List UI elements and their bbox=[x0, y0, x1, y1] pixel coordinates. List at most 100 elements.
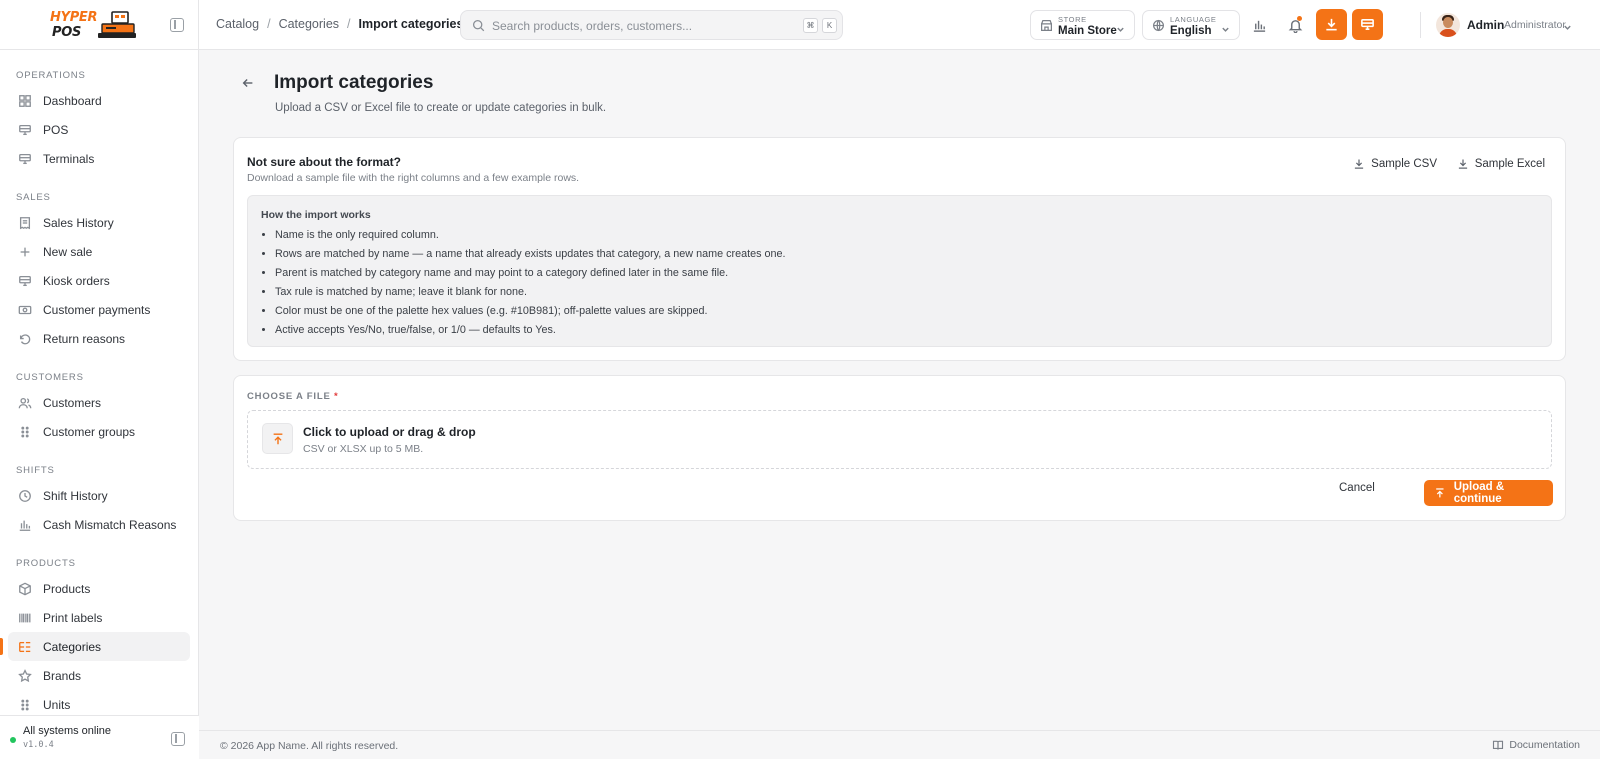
sidebar-item-label: Customers bbox=[43, 395, 102, 410]
box-icon bbox=[18, 582, 32, 596]
arrow-left-icon bbox=[242, 79, 253, 87]
required-mark: * bbox=[334, 391, 339, 402]
dropzone-title: Click to upload or drag & drop bbox=[303, 425, 476, 439]
logo-row: HYPER POS bbox=[0, 0, 198, 50]
avatar[interactable] bbox=[1436, 13, 1460, 37]
back-button[interactable] bbox=[241, 76, 257, 90]
sidebar-item-return-reasons[interactable]: Return reasons bbox=[8, 324, 190, 353]
banknote-icon bbox=[18, 303, 32, 317]
footer: © 2026 App Name. All rights reserved. Do… bbox=[199, 730, 1600, 759]
sidebar-item-label: Kiosk orders bbox=[43, 273, 110, 288]
sidebar-item-cash-mismatch-reasons[interactable]: Cash Mismatch Reasons bbox=[8, 510, 190, 539]
grid-icon bbox=[18, 94, 32, 108]
cancel-button[interactable]: Cancel bbox=[1339, 482, 1375, 494]
plus-icon bbox=[18, 245, 32, 259]
monitor-icon bbox=[18, 123, 32, 137]
sample-csv-link[interactable]: Sample CSV bbox=[1353, 158, 1437, 170]
import-instructions: How the import works Name is the only re… bbox=[247, 195, 1552, 347]
sidebar-item-customer-groups[interactable]: Customer groups bbox=[8, 417, 190, 446]
sample-excel-label: Sample Excel bbox=[1474, 158, 1545, 170]
instruction-item: Active accepts Yes/No, true/false, or 1/… bbox=[275, 321, 786, 340]
store-selector[interactable]: STORE Main Store bbox=[1030, 10, 1135, 40]
sidebar-item-products[interactable]: Products bbox=[8, 574, 190, 603]
upload-card: CHOOSE A FILE * Click to upload or drag … bbox=[233, 375, 1566, 521]
chevron-down-icon bbox=[1117, 27, 1124, 32]
format-help-card: Not sure about the format? Download a sa… bbox=[233, 137, 1566, 361]
language-selector[interactable]: LANGUAGE English bbox=[1142, 10, 1240, 40]
sidebar-item-label: Categories bbox=[43, 639, 102, 654]
receipt-icon bbox=[18, 216, 32, 230]
format-help-subtitle: Download a sample file with the right co… bbox=[247, 172, 580, 184]
upload-continue-button[interactable]: Upload & continue bbox=[1424, 480, 1553, 506]
sidebar-item-customer-payments[interactable]: Customer payments bbox=[8, 295, 190, 324]
breadcrumb-separator: / bbox=[347, 17, 351, 31]
top-header: Catalog / Categories / Import categories… bbox=[199, 0, 1600, 50]
shortcut-key-k: K bbox=[822, 18, 837, 33]
notifications-button[interactable] bbox=[1283, 13, 1307, 37]
app-logo[interactable]: HYPER POS bbox=[50, 9, 138, 41]
collapse-sidebar-icon[interactable] bbox=[170, 18, 184, 32]
user-name[interactable]: Admin bbox=[1467, 18, 1504, 32]
page-subtitle: Upload a CSV or Excel file to create or … bbox=[275, 102, 607, 114]
sidebar-item-pos[interactable]: POS bbox=[8, 115, 190, 144]
upload-icon-box bbox=[262, 423, 293, 454]
sidebar-item-customers[interactable]: Customers bbox=[8, 388, 190, 417]
sidebar-item-label: Shift History bbox=[43, 488, 108, 503]
globe-icon bbox=[1153, 19, 1164, 32]
instruction-item: Parent is matched by category name and m… bbox=[275, 264, 786, 283]
nav-section-title: SALES bbox=[16, 192, 51, 203]
documentation-link[interactable]: Documentation bbox=[1492, 739, 1580, 751]
system-status: All systems online v1.0.4 bbox=[0, 715, 199, 759]
download-icon bbox=[1458, 159, 1467, 169]
upload-icon bbox=[1436, 488, 1444, 498]
sample-excel-link[interactable]: Sample Excel bbox=[1457, 158, 1545, 170]
sidebar-item-label: Customer groups bbox=[43, 424, 136, 439]
sidebar-item-label: Customer payments bbox=[43, 302, 151, 317]
instruction-item: Name is the only required column. bbox=[275, 226, 786, 245]
user-role: Administrator bbox=[1504, 19, 1566, 31]
language-value: English bbox=[1170, 25, 1212, 37]
sidebar-item-shift-history[interactable]: Shift History bbox=[8, 481, 190, 510]
sidebar-item-label: Brands bbox=[43, 668, 82, 683]
sample-csv-label: Sample CSV bbox=[1371, 158, 1437, 170]
nav-section-title: SHIFTS bbox=[16, 465, 55, 476]
user-menu-chevron[interactable] bbox=[1563, 20, 1572, 30]
sidebar-item-new-sale[interactable]: New sale bbox=[8, 237, 190, 266]
search-icon bbox=[472, 19, 485, 32]
list-tree-icon bbox=[18, 640, 32, 654]
nav-section-title: OPERATIONS bbox=[16, 70, 86, 81]
global-search[interactable]: ⌘ K bbox=[460, 10, 843, 40]
upload-icon bbox=[273, 432, 282, 444]
download-button[interactable] bbox=[1316, 9, 1347, 40]
sidebar-item-print-labels[interactable]: Print labels bbox=[8, 603, 190, 632]
page-title: Import categories bbox=[274, 72, 434, 93]
collapse-sidebar-bottom-icon[interactable] bbox=[171, 732, 185, 746]
sidebar-item-dashboard[interactable]: Dashboard bbox=[8, 86, 190, 115]
file-dropzone[interactable]: Click to upload or drag & drop CSV or XL… bbox=[247, 410, 1552, 469]
choose-file-text: CHOOSE A FILE bbox=[247, 391, 331, 402]
sidebar-item-brands[interactable]: Brands bbox=[8, 661, 190, 690]
sidebar-item-label: Units bbox=[43, 697, 71, 712]
breadcrumb-categories[interactable]: Categories bbox=[279, 17, 339, 31]
breadcrumb-catalog[interactable]: Catalog bbox=[216, 17, 259, 31]
open-pos-button[interactable] bbox=[1352, 9, 1383, 40]
status-online-dot bbox=[10, 737, 16, 743]
instructions-title: How the import works bbox=[261, 209, 371, 221]
copyright: © 2026 App Name. All rights reserved. bbox=[220, 740, 399, 752]
sidebar-item-categories[interactable]: Categories bbox=[0, 632, 190, 661]
sidebar-item-units[interactable]: Units bbox=[8, 690, 190, 715]
sidebar-item-sales-history[interactable]: Sales History bbox=[8, 208, 190, 237]
sidebar-item-kiosk-orders[interactable]: Kiosk orders bbox=[8, 266, 190, 295]
sidebar-item-label: Dashboard bbox=[43, 93, 102, 108]
search-input[interactable] bbox=[492, 16, 782, 35]
reports-button[interactable] bbox=[1247, 13, 1271, 37]
users-icon bbox=[18, 396, 32, 410]
sidebar-item-label: Terminals bbox=[43, 151, 95, 166]
sidebar-item-label: POS bbox=[43, 122, 69, 137]
sidebar-item-terminals[interactable]: Terminals bbox=[8, 144, 190, 173]
sidebar: HYPER POS OPERATIONS Dashboard POS Terminal… bbox=[0, 0, 199, 759]
status-label: All systems online bbox=[23, 725, 112, 737]
sidebar-item-label: Print labels bbox=[43, 610, 103, 625]
sidebar-item-label: Return reasons bbox=[43, 331, 126, 346]
instructions-list: Name is the only required column. Rows a… bbox=[275, 226, 786, 340]
